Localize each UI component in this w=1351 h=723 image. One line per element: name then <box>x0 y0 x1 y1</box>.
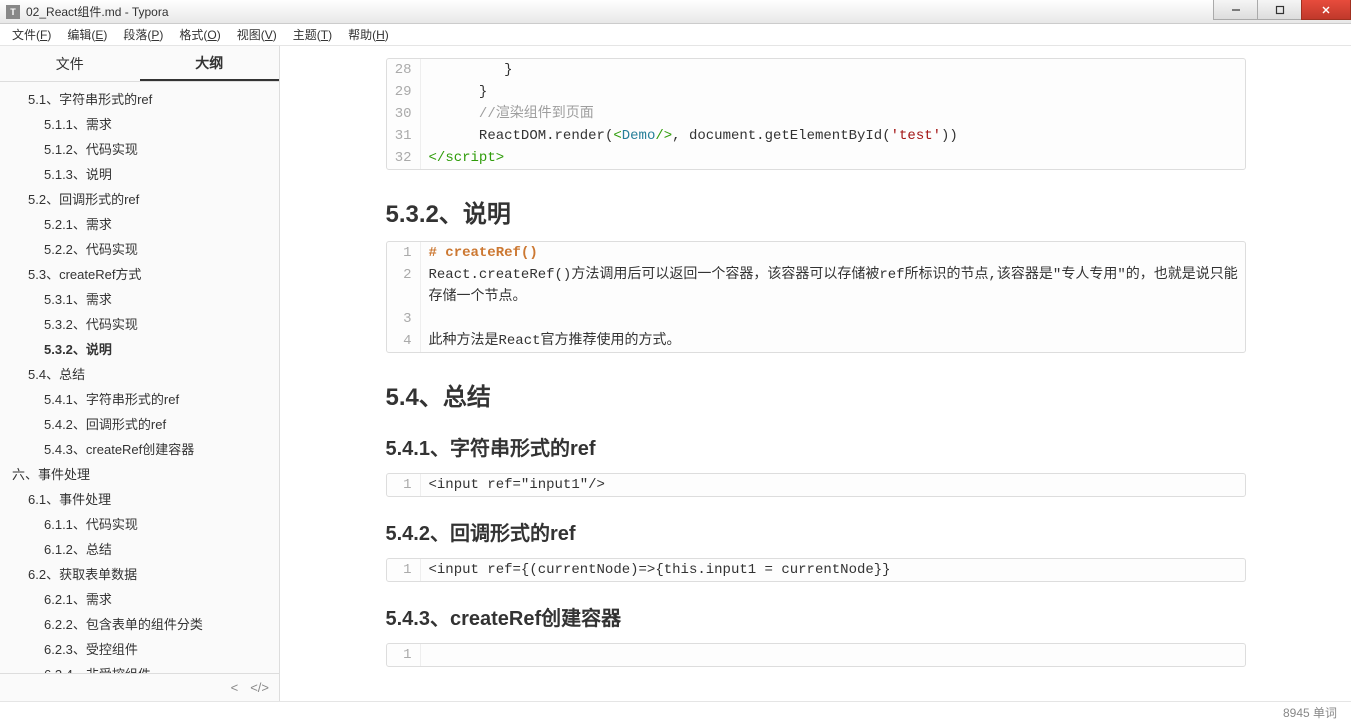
source-mode-icon[interactable]: </> <box>250 680 269 695</box>
outline-item[interactable]: 5.3、createRef方式 <box>0 261 279 286</box>
outline-item[interactable]: 六、事件处理 <box>0 461 279 486</box>
line-number: 1 <box>387 242 421 264</box>
outline-item[interactable]: 6.1、事件处理 <box>0 486 279 511</box>
line-number: 3 <box>387 308 421 330</box>
menu-h[interactable]: 帮助(H) <box>340 24 397 45</box>
window-controls <box>1214 0 1351 20</box>
window-title: 02_React组件.md - Typora <box>26 3 169 20</box>
line-number: 4 <box>387 330 421 352</box>
code-block-5[interactable]: 1 <box>386 643 1246 667</box>
heading-5-4-3[interactable]: 5.4.3、createRef创建容器 <box>386 602 1246 631</box>
outline-item[interactable]: 5.3.1、需求 <box>0 286 279 311</box>
code-line-text[interactable]: <input ref="input1"/> <box>421 474 1245 496</box>
outline-item[interactable]: 5.3.2、代码实现 <box>0 311 279 336</box>
minimize-button[interactable] <box>1213 0 1258 20</box>
outline-item[interactable]: 5.4.2、回调形式的ref <box>0 411 279 436</box>
menu-o[interactable]: 格式(O) <box>171 24 228 45</box>
collapse-sidebar-icon[interactable]: < <box>231 680 239 695</box>
code-line-text[interactable] <box>421 308 1245 330</box>
code-line-text[interactable]: //渲染组件到页面 <box>421 103 1245 125</box>
code-block-3[interactable]: 1<input ref="input1"/> <box>386 473 1246 497</box>
code-line-text[interactable]: ReactDOM.render(<Demo/>, document.getEle… <box>421 125 1245 147</box>
outline-item[interactable]: 5.4.3、createRef创建容器 <box>0 436 279 461</box>
outline-item[interactable]: 5.2.1、需求 <box>0 211 279 236</box>
sidebar-tabs: 文件 大纲 <box>0 46 279 82</box>
outline-item[interactable]: 5.1.3、说明 <box>0 161 279 186</box>
outline-item[interactable]: 6.2、获取表单数据 <box>0 561 279 586</box>
sidebar: 文件 大纲 5.1、字符串形式的ref5.1.1、需求5.1.2、代码实现5.1… <box>0 46 280 701</box>
outline-item[interactable]: 5.2.2、代码实现 <box>0 236 279 261</box>
outline-item[interactable]: 5.4.1、字符串形式的ref <box>0 386 279 411</box>
outline-item[interactable]: 6.2.2、包含表单的组件分类 <box>0 611 279 636</box>
code-line-text[interactable]: <input ref={(currentNode)=>{this.input1 … <box>421 559 1245 581</box>
code-line-text[interactable]: React.createRef()方法调用后可以返回一个容器，该容器可以存储被r… <box>421 264 1245 308</box>
close-button[interactable] <box>1301 0 1351 20</box>
line-number: 1 <box>387 474 421 496</box>
outline-item[interactable]: 6.1.2、总结 <box>0 536 279 561</box>
code-block-1[interactable]: 28 }29 }30 //渲染组件到页面31 ReactDOM.render(<… <box>386 58 1246 170</box>
outline-item[interactable]: 6.2.3、受控组件 <box>0 636 279 661</box>
heading-5-3-2[interactable]: 5.3.2、说明 <box>386 194 1246 229</box>
code-block-4[interactable]: 1<input ref={(currentNode)=>{this.input1… <box>386 558 1246 582</box>
outline-item[interactable]: 5.2、回调形式的ref <box>0 186 279 211</box>
outline-item[interactable]: 5.4、总结 <box>0 361 279 386</box>
line-number: 1 <box>387 644 421 666</box>
line-number: 2 <box>387 264 421 308</box>
outline-item[interactable]: 5.1.1、需求 <box>0 111 279 136</box>
code-line-text[interactable]: } <box>421 81 1245 103</box>
menu-bar: 文件(F)编辑(E)段落(P)格式(O)视图(V)主题(T)帮助(H) <box>0 24 1351 46</box>
word-count[interactable]: 8945 单词 <box>1283 704 1337 721</box>
heading-5-4[interactable]: 5.4、总结 <box>386 377 1246 412</box>
maximize-button[interactable] <box>1257 0 1302 20</box>
heading-5-4-2[interactable]: 5.4.2、回调形式的ref <box>386 517 1246 546</box>
code-line-text[interactable] <box>421 644 1245 666</box>
menu-t[interactable]: 主题(T) <box>285 24 340 45</box>
app-icon: T <box>6 5 20 19</box>
code-line-text[interactable]: # createRef() <box>421 242 1245 264</box>
menu-p[interactable]: 段落(P) <box>115 24 171 45</box>
window-titlebar: T 02_React组件.md - Typora <box>0 0 1351 24</box>
code-line-text[interactable]: </script> <box>421 147 1245 169</box>
outline-item[interactable]: 6.2.4、非受控组件 <box>0 661 279 673</box>
sidebar-footer: < </> <box>0 673 279 701</box>
line-number: 29 <box>387 81 421 103</box>
code-line-text[interactable]: } <box>421 59 1245 81</box>
outline-tree[interactable]: 5.1、字符串形式的ref5.1.1、需求5.1.2、代码实现5.1.3、说明5… <box>0 82 279 673</box>
outline-item[interactable]: 6.2.1、需求 <box>0 586 279 611</box>
outline-item[interactable]: 5.1.2、代码实现 <box>0 136 279 161</box>
line-number: 32 <box>387 147 421 169</box>
line-number: 1 <box>387 559 421 581</box>
outline-item[interactable]: 6.1.1、代码实现 <box>0 511 279 536</box>
outline-item[interactable]: 5.3.2、说明 <box>0 336 279 361</box>
menu-v[interactable]: 视图(V) <box>229 24 285 45</box>
menu-e[interactable]: 编辑(E) <box>59 24 115 45</box>
heading-5-4-1[interactable]: 5.4.1、字符串形式的ref <box>386 432 1246 461</box>
line-number: 31 <box>387 125 421 147</box>
editor-content[interactable]: 28 }29 }30 //渲染组件到页面31 ReactDOM.render(<… <box>280 46 1351 701</box>
line-number: 28 <box>387 59 421 81</box>
code-block-2[interactable]: 1# createRef()2React.createRef()方法调用后可以返… <box>386 241 1246 353</box>
outline-item[interactable]: 5.1、字符串形式的ref <box>0 86 279 111</box>
line-number: 30 <box>387 103 421 125</box>
menu-f[interactable]: 文件(F) <box>4 24 59 45</box>
tab-outline[interactable]: 大纲 <box>140 46 280 81</box>
tab-files[interactable]: 文件 <box>0 46 140 81</box>
code-line-text[interactable]: 此种方法是React官方推荐使用的方式。 <box>421 330 1245 352</box>
status-bar: 8945 单词 <box>0 701 1351 723</box>
